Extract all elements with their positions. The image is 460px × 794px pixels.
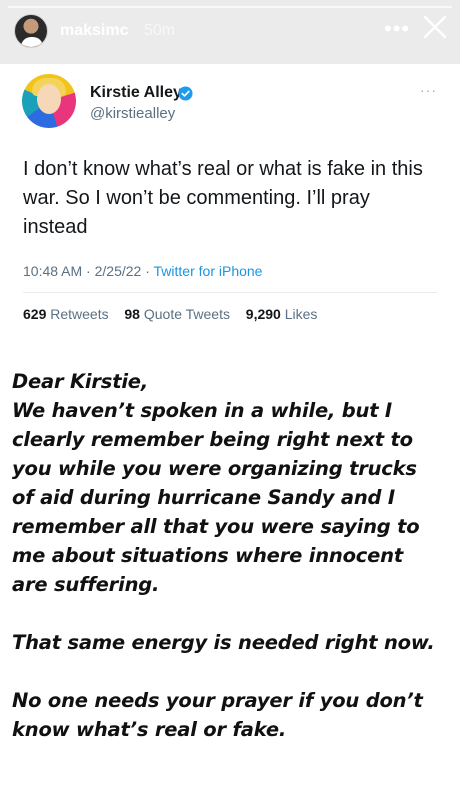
tweet-text: I don’t know what’s real or what is fake… — [23, 158, 423, 238]
avatar[interactable] — [14, 14, 48, 48]
tweet-more-icon: ··· — [420, 82, 437, 98]
caption-line: know what’s real or fake. — [12, 718, 287, 741]
caption-line: That same energy is needed right now. — [12, 631, 435, 654]
likes-count: 9,290 — [245, 306, 281, 322]
meta-separator: · — [145, 263, 154, 279]
caption-line: remember all that you were saying to — [12, 515, 420, 538]
tweet-date: 2/25/22 — [94, 263, 142, 279]
tweet-stats: 629 Retweets 98 Quote Tweets 9,290 Likes — [23, 306, 317, 322]
retweets-label: Retweets — [50, 306, 109, 322]
story-time-ago: 50m — [144, 22, 176, 39]
verified-badge-icon — [178, 86, 193, 101]
close-icon[interactable] — [420, 12, 450, 42]
quote-tweets-count: 98 — [124, 306, 140, 322]
more-horizontal-icon[interactable]: ••• — [384, 16, 410, 42]
caption-line: clearly remember being right next to — [12, 428, 413, 451]
caption-line: you while you were organizing trucks — [12, 457, 417, 480]
caption-line: are suffering. — [12, 573, 160, 596]
story-top-row: maksimc 50m ••• — [0, 10, 460, 54]
quote-tweets-label: Quote Tweets — [143, 306, 230, 322]
tweet-meta: 10:48 AM · 2/25/22 · Twitter for iPhone — [23, 263, 262, 279]
story-username[interactable]: maksimc — [60, 22, 129, 40]
caption-line: me about situations where innocent — [12, 544, 403, 567]
caption-line: of aid during hurricane Sandy and I — [12, 486, 395, 509]
story-caption: Dear Kirstie, We haven’t spoken in a whi… — [12, 367, 452, 744]
tweet-time: 10:48 AM — [23, 263, 83, 279]
tweet-avatar — [22, 74, 76, 128]
retweets-count: 629 — [23, 306, 47, 322]
tweet-card: Kirstie Alley @kirstiealley ··· I don’t … — [0, 64, 460, 340]
tweet-handle: @kirstiealley — [90, 105, 176, 122]
story-header: maksimc 50m ••• Kirstie Alley @kirstieal… — [0, 0, 460, 340]
likes-label: Likes — [284, 306, 318, 322]
tweet-display-name: Kirstie Alley — [90, 84, 182, 101]
caption-line: We haven’t spoken in a while, but I — [12, 399, 392, 422]
caption-line: Dear Kirstie, — [12, 370, 149, 393]
caption-line: No one needs your prayer if you don’t — [12, 689, 423, 712]
tweet-divider — [23, 292, 437, 293]
meta-separator: · — [86, 263, 95, 279]
tweet-source: Twitter for iPhone — [153, 263, 263, 279]
story-progress-bar — [8, 6, 452, 8]
